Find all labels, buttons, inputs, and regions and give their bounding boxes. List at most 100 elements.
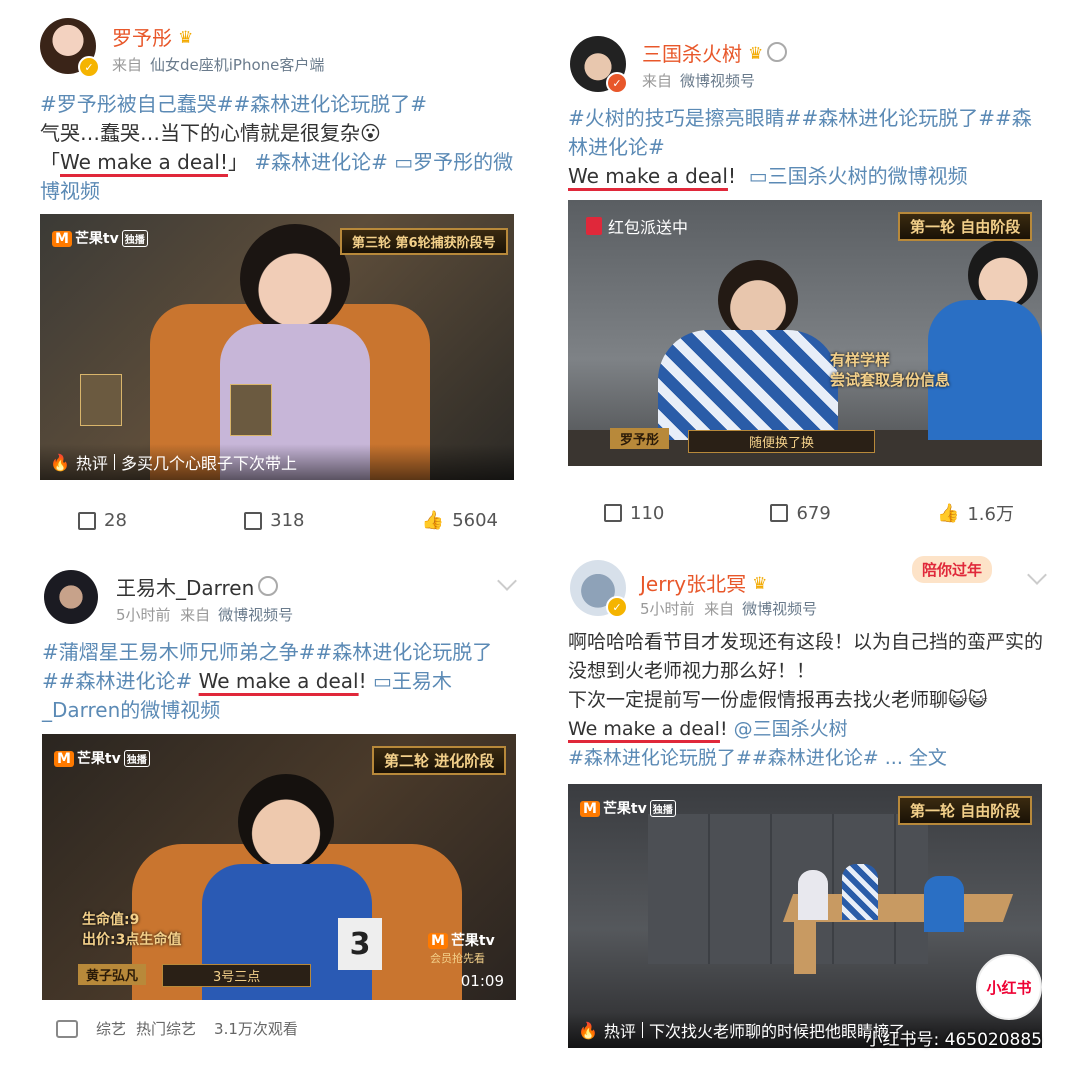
source-link[interactable]: 微博视频号 [742, 600, 817, 618]
duration: 01:09 [460, 972, 504, 990]
category-tag[interactable]: 热门综艺 [136, 1018, 196, 1039]
post-meta: 5小时前 来自 微博视频号 [116, 606, 294, 624]
hashtag[interactable]: #森林进化论玩脱了##森林进化论# [568, 747, 879, 769]
xiaohongshu-logo: 小红书 [976, 954, 1042, 1020]
new-year-badge: 陪你过年 [912, 556, 993, 583]
caption: 有样学样 尝试套取身份信息 [830, 351, 951, 389]
like-button[interactable]: 👍 1.6万 [937, 500, 1014, 526]
medal-icon [767, 42, 788, 62]
mango-logo: M 芒果tv 独播 [52, 228, 148, 248]
repost-button[interactable]: 110 [604, 500, 664, 526]
nameplate: 罗予彤 [610, 428, 670, 449]
post-text: #火树的技巧是擦亮眼睛##森林进化论玩脱了##森林进化论# We make a … [568, 106, 1032, 188]
thumbs-up-icon: 👍 [421, 510, 445, 531]
person-figure [798, 870, 828, 920]
number-card: 3 [338, 918, 382, 970]
post-card-1: ✓ 罗予彤 ♛ 来自 仙女de座机iPhone客户端 #罗予彤被自己蠢哭##森林进化… [30, 10, 530, 531]
video-player[interactable]: M 芒果tv 独播 第一轮 自由阶段 🔥 热评 下次找火老师聊的时候把他眼睛摘了 [568, 784, 1042, 1048]
person-figure [924, 876, 964, 932]
round-banner: 第二轮 进化阶段 [372, 746, 507, 775]
bid-info: 生命值:9 出价:3点生命值 [82, 912, 182, 948]
video-icon [56, 1019, 78, 1038]
username[interactable]: Jerry张北冥 ♛ [640, 568, 767, 597]
person-figure [238, 774, 334, 870]
video-player[interactable]: 3 M 芒果tv 独播 第二轮 进化阶段 生命值:9 出价:3点生命值 黄子弘凡 3号… [42, 734, 516, 1000]
hashtag[interactable]: #森林进化论# [254, 150, 388, 174]
deal-text: We make a deal! [60, 150, 228, 174]
post-text: #罗予彤被自己蠢哭##森林进化论玩脱了# 气哭…蠢哭…当下的心情就是很复杂😮 「… [40, 92, 514, 203]
deal-text: We make a deal [568, 164, 728, 188]
repost-button[interactable]: 28 [78, 510, 127, 531]
medal-icon [258, 576, 279, 596]
player-card [230, 384, 272, 436]
category-tag[interactable]: 综艺 [96, 1018, 126, 1039]
share-icon [604, 504, 622, 522]
round-banner: 第一轮 自由阶段 [898, 796, 1033, 825]
view-count: 3.1万次观看 [214, 1020, 298, 1038]
video-player[interactable]: 红包派送中 第一轮 自由阶段 有样学样 尝试套取身份信息 罗予彤 随便换了换 [568, 200, 1042, 466]
player-card [80, 374, 122, 426]
source-link[interactable]: 微博视频号 [218, 606, 293, 624]
chevron-down-icon[interactable] [497, 571, 517, 591]
person-figure [842, 864, 878, 920]
mango-logo: M 芒果tv 独播 [580, 798, 676, 818]
like-button[interactable]: 👍 5604 [422, 510, 498, 531]
round-banner: 第一轮 自由阶段 [898, 212, 1033, 241]
subtitle: 随便换了换 [688, 430, 876, 453]
hot-comment-bar: 🔥 热评 多买几个心眼子下次带上 [40, 444, 514, 480]
crown-icon: ♛ [178, 28, 194, 48]
watermark-id: 小红书号: 465020885 [865, 1030, 1042, 1050]
post-card-2: ✓ 三国杀火树 ♛ 来自 微博视频号 #火树的技巧是擦亮眼睛##森林进化论玩脱了##… [560, 28, 1060, 538]
mango-logo-2: M 芒果tv [428, 930, 495, 950]
deal-text: We make a deal [198, 669, 359, 693]
person-figure [718, 260, 798, 340]
fire-icon: 🔥 [50, 452, 70, 472]
hashtag[interactable]: #火树的技巧是擦亮眼睛##森林进化论玩脱了##森林进化论# [568, 106, 1032, 159]
verified-icon: ✓ [606, 596, 628, 618]
crown-icon: ♛ [752, 574, 768, 594]
video-footer: 综艺 热门综艺 3.1万次观看 [56, 1018, 298, 1039]
vip-label: 会员抢先看 [430, 952, 485, 965]
person-figure [658, 330, 838, 440]
mango-logo: M 芒果tv 独播 [54, 748, 150, 768]
mention[interactable]: @三国杀火树 [734, 718, 848, 740]
post-text: #蒲熠星王易木师兄师弟之争##森林进化论玩脱了##森林进化论# We make … [42, 640, 493, 722]
verified-icon: ✓ [606, 72, 628, 94]
comment-button[interactable]: 679 [770, 500, 831, 526]
deal-text: We make a deal [568, 718, 720, 740]
post-meta: 来自 微博视频号 [642, 72, 756, 90]
hashtag[interactable]: #罗予彤被自己蠢哭##森林进化论玩脱了# [40, 92, 427, 116]
post-stats: 28 318 👍 5604 [78, 510, 498, 531]
username[interactable]: 罗予彤 ♛ [112, 22, 193, 51]
emoji-icon: 😮 [360, 121, 381, 145]
username[interactable]: 王易木_Darren [116, 572, 279, 601]
post-meta: 5小时前 来自 微博视频号 [640, 600, 818, 618]
video-link[interactable]: ▭三国杀火树的微博视频 [749, 164, 968, 188]
read-more[interactable]: ... 全文 [885, 747, 947, 769]
source-link[interactable]: 微博视频号 [680, 72, 755, 90]
video-player[interactable]: M 芒果tv 独播 第三轮 第6轮捕获阶段号 🔥 热评 多买几个心眼子下次带上 [40, 214, 514, 480]
wall-panel [648, 814, 928, 964]
post-meta: 来自 仙女de座机iPhone客户端 [112, 56, 325, 74]
share-icon [78, 511, 96, 530]
comment-button[interactable]: 318 [244, 510, 305, 531]
comment-icon [770, 504, 789, 522]
post-card-3: 王易木_Darren 5小时前 来自 微博视频号 #蒲熠星王易木师兄师弟之争##森… [30, 560, 530, 1060]
source-link[interactable]: 仙女de座机iPhone客户端 [150, 56, 324, 74]
avatar[interactable] [44, 570, 98, 624]
subtitle: 3号三点 [162, 964, 312, 987]
crown-icon: ♛ [748, 44, 764, 64]
thumbs-up-icon: 👍 [936, 502, 960, 524]
person-figure [240, 224, 350, 334]
emoji-icon: 😺😺 [948, 689, 988, 711]
username[interactable]: 三国杀火树 ♛ [642, 38, 788, 67]
comment-icon [244, 511, 263, 530]
verified-icon: ✓ [78, 56, 100, 78]
red-packet-label[interactable]: 红包派送中 [586, 214, 688, 238]
post-stats: 110 679 👍 1.6万 [604, 500, 1014, 526]
round-banner: 第三轮 第6轮捕获阶段号 [340, 228, 508, 255]
fire-icon: 🔥 [578, 1020, 598, 1040]
nameplate: 黄子弘凡 [78, 964, 147, 985]
post-text: 啊哈哈哈看节目才发现还有这段！以为自己挡的蛮严实的没想到火老师视力那么好！！ 下… [568, 631, 1044, 769]
chevron-down-icon[interactable] [1027, 565, 1047, 585]
